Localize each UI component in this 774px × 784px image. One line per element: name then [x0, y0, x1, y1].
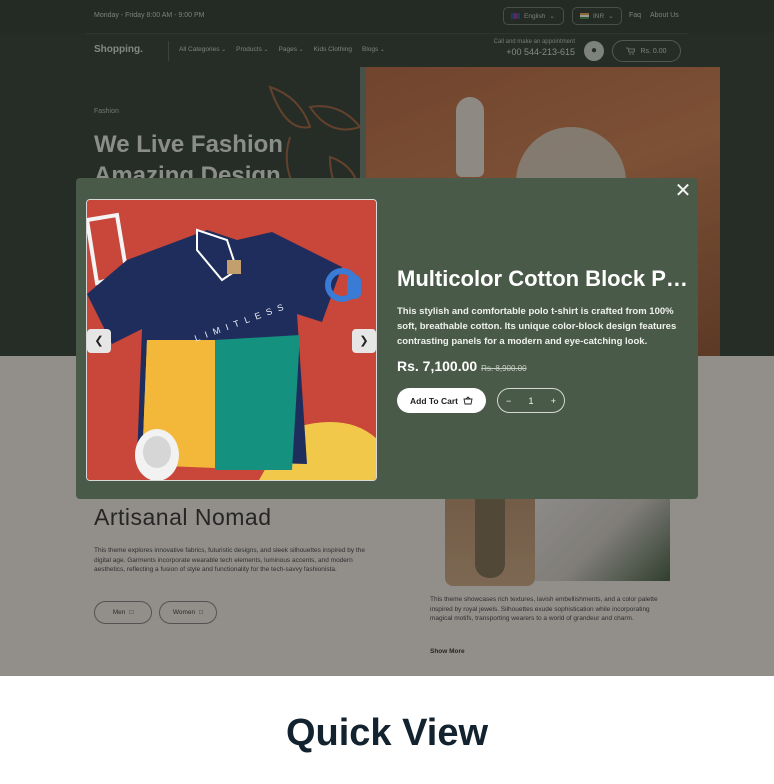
quantity-stepper: − 1 + — [497, 388, 565, 413]
product-description: This stylish and comfortable polo t-shir… — [397, 306, 677, 347]
plus-icon[interactable]: + — [551, 396, 556, 406]
page-screenshot: Monday - Friday 8:00 AM - 9:00 PM Englis… — [0, 0, 774, 676]
product-price: Rs. 7,100.00 Rs. 8,900.00 — [397, 358, 527, 374]
product-title: Multicolor Cotton Block Polo T-Shirt — [397, 266, 689, 291]
caption-area: Quick View — [0, 676, 774, 784]
quick-view-modal: ✕ LIMITLESS ❮ ❯ Multicolor Cotton Block … — [76, 178, 698, 499]
close-icon[interactable]: ✕ — [674, 181, 692, 201]
gallery-next-arrow[interactable]: ❯ — [352, 329, 376, 353]
basket-icon — [463, 396, 473, 405]
product-image: LIMITLESS — [87, 200, 376, 480]
original-price: Rs. 8,900.00 — [481, 364, 527, 373]
add-to-cart-button[interactable]: Add To Cart — [397, 388, 486, 413]
caption-title: Quick View — [285, 712, 489, 754]
minus-icon[interactable]: − — [506, 396, 511, 406]
product-gallery: LIMITLESS ❮ ❯ — [86, 199, 377, 481]
sale-price: Rs. 7,100.00 — [397, 358, 478, 374]
gallery-prev-arrow[interactable]: ❮ — [87, 329, 111, 353]
quantity-value[interactable]: 1 — [528, 396, 533, 406]
